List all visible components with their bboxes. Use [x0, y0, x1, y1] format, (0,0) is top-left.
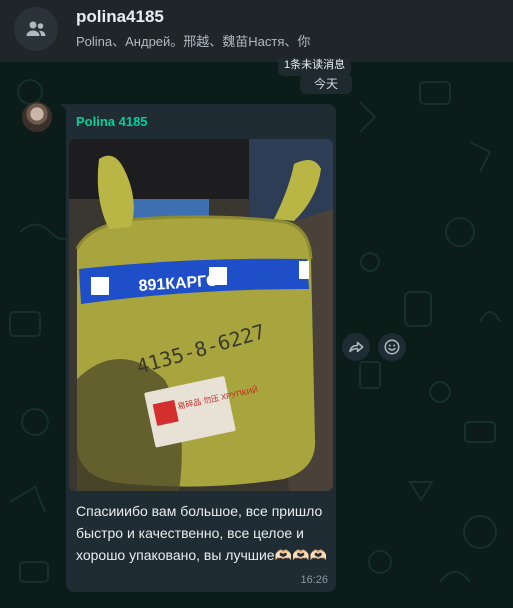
- emoji-icon: [384, 339, 400, 355]
- group-icon: [26, 21, 46, 36]
- message-photo[interactable]: 891КАРГО 4135-8-6227 易碎品 勿压 ХРУПКИЙ: [69, 139, 333, 491]
- group-avatar[interactable]: [14, 7, 58, 51]
- react-button[interactable]: [378, 333, 406, 361]
- sender-name[interactable]: Polina 4185: [76, 114, 148, 129]
- chat-header: polina4185 Polina、Андрей。邢越、魏苗Настя、你: [0, 0, 513, 62]
- chat-participants: Polina、Андрей。邢越、魏苗Настя、你: [76, 34, 311, 49]
- date-divider: 今天: [300, 74, 352, 94]
- forward-button[interactable]: [342, 333, 370, 361]
- message-time: 16:26: [300, 574, 328, 586]
- forward-icon: [349, 341, 364, 353]
- chat-title[interactable]: polina4185: [76, 7, 164, 27]
- message-bubble[interactable]: Polina 4185 891КАРГО 4135-8-6227 易碎品 勿压 …: [66, 104, 336, 592]
- message-text: Спасииибо вам большое, все пришло быстро…: [76, 503, 327, 563]
- sender-avatar[interactable]: [22, 102, 52, 132]
